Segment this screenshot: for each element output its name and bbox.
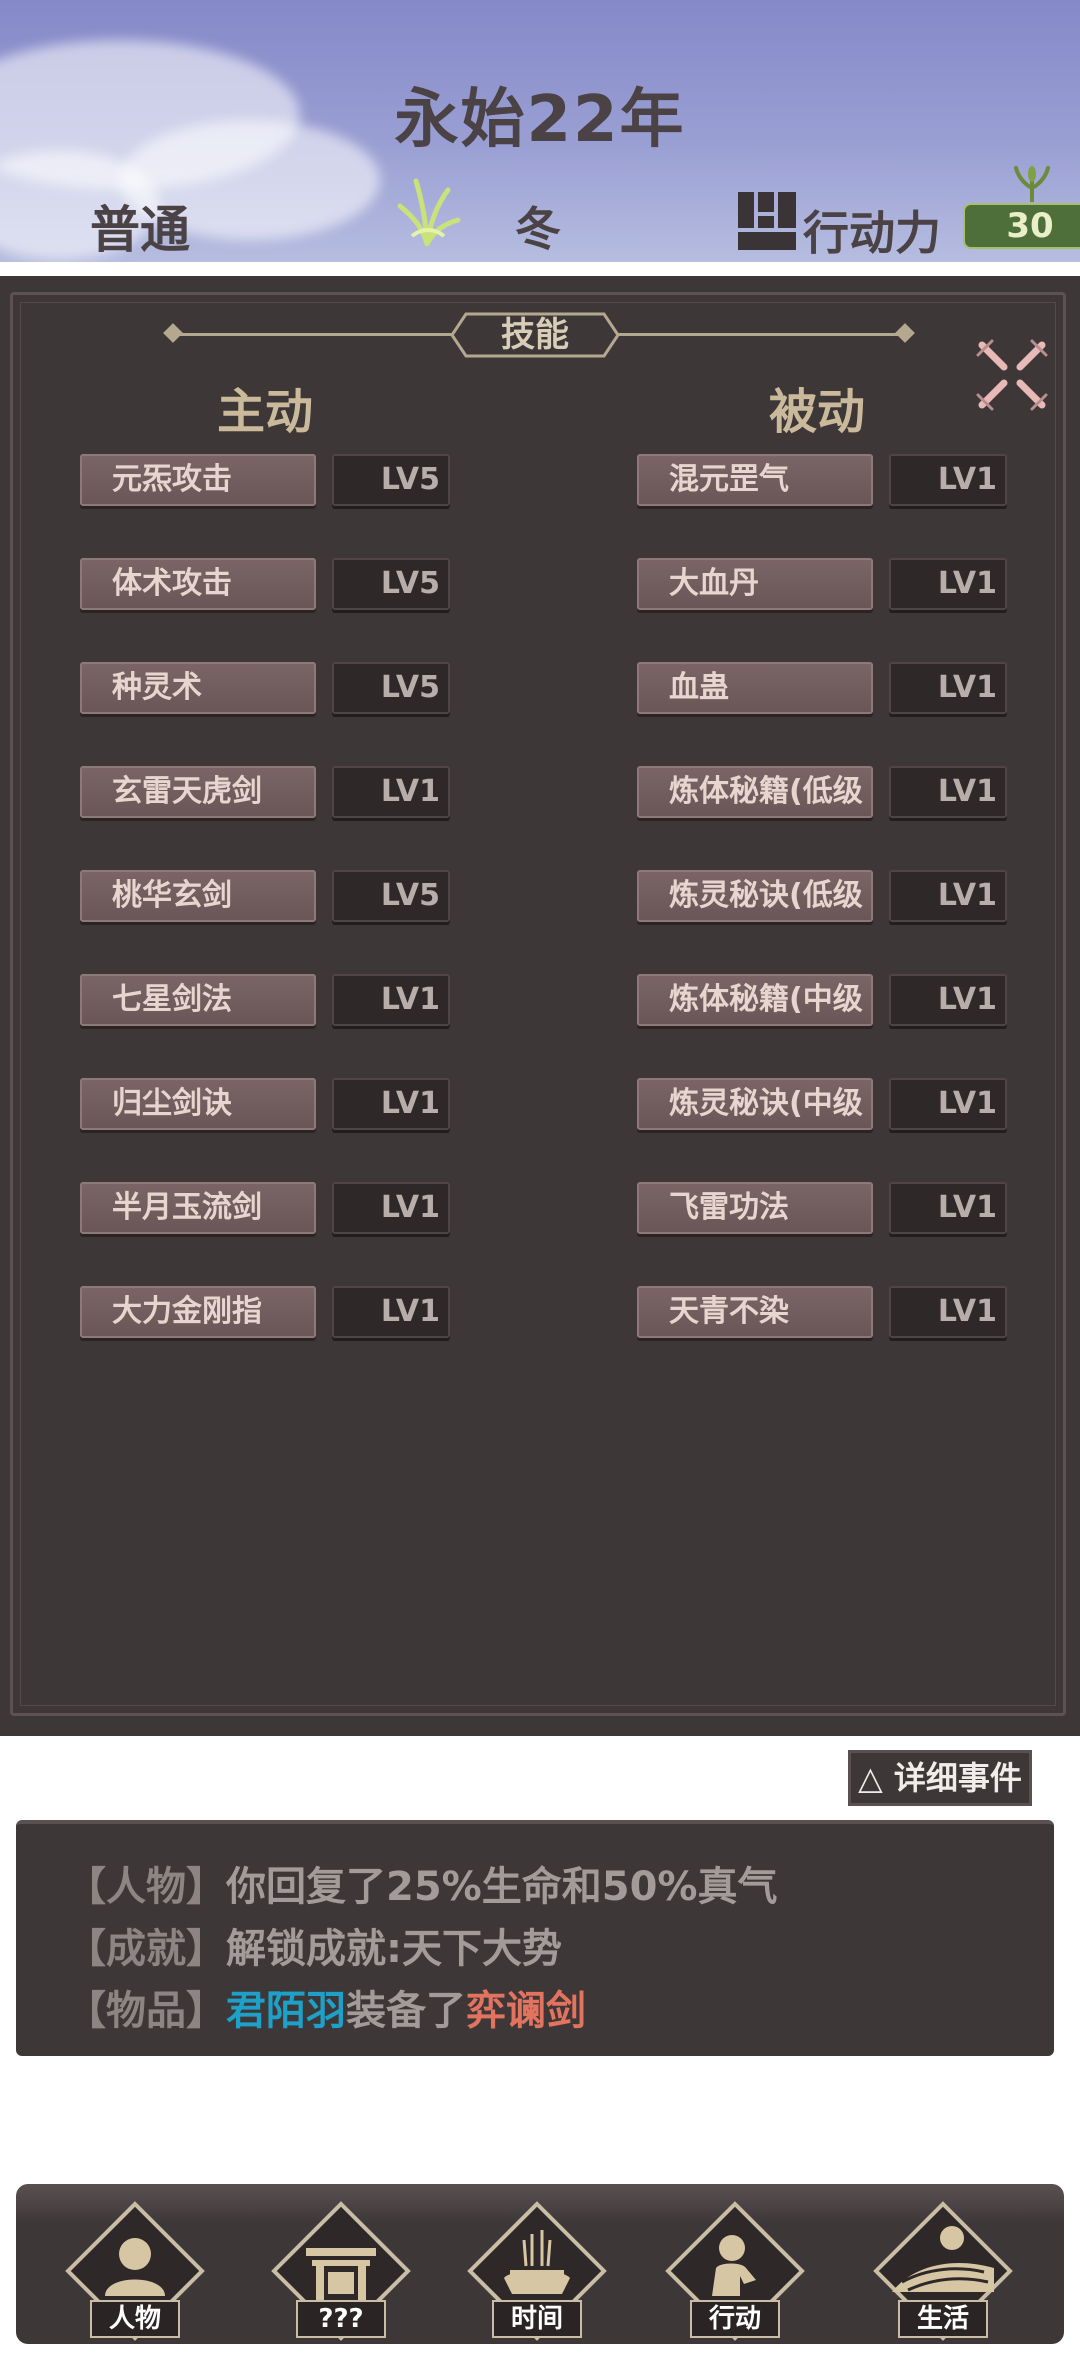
year-title: 永始22年 <box>394 83 686 157</box>
action-points-icon <box>738 192 796 250</box>
top-status-bar: 永始22年 普通 冬 行动力 30 <box>0 0 1080 262</box>
active-skill-3-level: LV5 <box>332 662 450 714</box>
nav-label: 生活 <box>898 2300 988 2338</box>
nav-person-button[interactable]: 人物 <box>60 2196 210 2346</box>
difficulty-label: 普通 <box>90 201 190 259</box>
passive-skill-8-level: LV1 <box>889 1182 1007 1234</box>
detail-events-button[interactable]: △ 详细事件 <box>848 1750 1032 1806</box>
event-text: 你回复了25%生命和50%真气 <box>226 1864 778 1910</box>
event-line: 【人物】你回复了25%生命和50%真气 <box>66 1854 777 1912</box>
active-skill-5-level: LV5 <box>332 870 450 922</box>
active-skill-5[interactable]: 桃华玄剑 <box>80 870 316 922</box>
active-skill-7[interactable]: 归尘剑诀 <box>80 1078 316 1130</box>
active-skill-8-level: LV1 <box>332 1182 450 1234</box>
nav-label: 时间 <box>492 2300 582 2338</box>
event-line: 【物品】君陌羽装备了弈谰剑 <box>66 1978 586 2036</box>
active-skill-3[interactable]: 种灵术 <box>80 662 316 714</box>
passive-skill-1[interactable]: 混元罡气 <box>637 454 873 506</box>
nav-time-button[interactable]: 时间 <box>462 2196 612 2346</box>
event-log: 【人物】你回复了25%生命和50%真气 【成就】解锁成就:天下大势 【物品】君陌… <box>16 1820 1054 2056</box>
season-label: 冬 <box>515 202 561 256</box>
event-text: 解锁成就:天下大势 <box>226 1926 562 1972</box>
passive-skill-2[interactable]: 大血丹 <box>637 558 873 610</box>
active-skill-9[interactable]: 大力金刚指 <box>80 1286 316 1338</box>
panel-title: 技能 <box>501 315 569 355</box>
active-skill-8[interactable]: 半月玉流剑 <box>80 1182 316 1234</box>
item-name: 弈谰剑 <box>466 1988 586 2034</box>
active-skill-2-level: LV5 <box>332 558 450 610</box>
winter-grass-icon <box>397 178 461 246</box>
active-skill-7-level: LV1 <box>332 1078 450 1130</box>
event-verb: 装备了 <box>346 1988 466 2034</box>
active-skill-1-level: LV5 <box>332 454 450 506</box>
passive-skill-7-level: LV1 <box>889 1078 1007 1130</box>
event-category: 【物品】 <box>66 1988 226 2034</box>
event-line: 【成就】解锁成就:天下大势 <box>66 1916 562 1974</box>
title-divider-left <box>172 333 452 336</box>
nav-mystery-button[interactable]: ??? <box>266 2196 416 2346</box>
passive-skill-1-level: LV1 <box>889 454 1007 506</box>
passive-skill-5-level: LV1 <box>889 870 1007 922</box>
passive-skill-9[interactable]: 天青不染 <box>637 1286 873 1338</box>
action-points-value: 30 <box>963 203 1080 249</box>
event-category: 【成就】 <box>66 1926 226 1972</box>
title-divider-right <box>618 333 908 336</box>
passive-skill-3-level: LV1 <box>889 662 1007 714</box>
active-skill-6[interactable]: 七星剑法 <box>80 974 316 1026</box>
passive-skill-6-level: LV1 <box>889 974 1007 1026</box>
close-icon[interactable] <box>972 335 1052 415</box>
character-name: 君陌羽 <box>226 1988 346 2034</box>
active-skill-9-level: LV1 <box>332 1286 450 1338</box>
active-skills-heading: 主动 <box>216 384 313 440</box>
action-points-label: 行动力 <box>803 206 941 260</box>
active-skill-1[interactable]: 元炁攻击 <box>80 454 316 506</box>
active-skill-4[interactable]: 玄雷天虎剑 <box>80 766 316 818</box>
active-skill-4-level: LV1 <box>332 766 450 818</box>
passive-skill-4[interactable]: 炼体秘籍(低级 <box>637 766 873 818</box>
passive-skills-heading: 被动 <box>768 384 865 440</box>
nav-life-button[interactable]: 生活 <box>868 2196 1018 2346</box>
passive-skill-2-level: LV1 <box>889 558 1007 610</box>
passive-skill-4-level: LV1 <box>889 766 1007 818</box>
sprout-icon <box>1014 166 1050 202</box>
event-category: 【人物】 <box>66 1864 226 1910</box>
passive-skill-7[interactable]: 炼灵秘诀(中级 <box>637 1078 873 1130</box>
active-skill-6-level: LV1 <box>332 974 450 1026</box>
passive-skill-3[interactable]: 血蛊 <box>637 662 873 714</box>
passive-skill-5[interactable]: 炼灵秘诀(低级 <box>637 870 873 922</box>
nav-action-button[interactable]: 行动 <box>660 2196 810 2346</box>
active-skill-2[interactable]: 体术攻击 <box>80 558 316 610</box>
nav-label: 行动 <box>690 2300 780 2338</box>
nav-label: ??? <box>296 2300 386 2338</box>
passive-skill-6[interactable]: 炼体秘籍(中级 <box>637 974 873 1026</box>
passive-skill-8[interactable]: 飞雷功法 <box>637 1182 873 1234</box>
nav-label: 人物 <box>90 2300 180 2338</box>
passive-skill-9-level: LV1 <box>889 1286 1007 1338</box>
